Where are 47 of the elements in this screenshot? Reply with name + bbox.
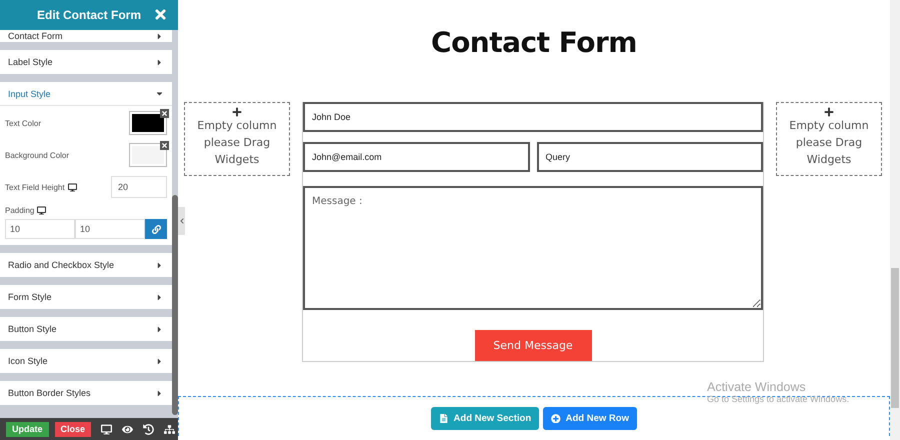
section-title[interactable]: Icon Style (8, 356, 48, 366)
email-field[interactable]: John@email.com (303, 142, 530, 172)
notice-text: Go to Settings to activate Windows. (707, 394, 850, 404)
panel-title: Edit Contact Form (37, 8, 141, 22)
section-title[interactable]: Input Style (8, 88, 51, 98)
clear-icon[interactable] (160, 109, 169, 118)
document-icon (439, 414, 449, 424)
history-icon[interactable] (143, 424, 154, 434)
close-icon[interactable] (153, 7, 168, 22)
sitemap-icon[interactable] (164, 424, 176, 434)
monitor-icon[interactable] (68, 182, 77, 192)
section-title[interactable]: Button Style (8, 324, 57, 334)
section-title[interactable]: Radio and Checkbox Style (8, 260, 114, 270)
padding-field[interactable]: 10 (5, 219, 75, 239)
padding-field[interactable]: 10 (75, 219, 145, 239)
plus-icon[interactable] (824, 107, 834, 117)
page-title: Contact Form (430, 26, 638, 59)
color-swatch[interactable] (129, 111, 167, 135)
collapse-handle[interactable] (178, 207, 185, 235)
color-swatch[interactable] (129, 143, 167, 167)
section-title[interactable]: Button Border Styles (8, 388, 91, 398)
toolbar-button[interactable]: Close (54, 422, 92, 436)
name-field[interactable]: John Doe (303, 102, 763, 132)
add-button[interactable]: Add New Row (543, 407, 637, 430)
field-label: Padding (5, 206, 167, 215)
empty-column-text: Empty column please Drag Widgets (788, 118, 870, 168)
field-label: Background Color (5, 150, 70, 160)
field-label: Text Field Height (5, 182, 77, 192)
subject-field[interactable]: Query (536, 142, 763, 172)
scrollbar-thumb[interactable] (172, 195, 178, 415)
empty-column-text: Empty column please Drag Widgets (196, 118, 278, 168)
link-button[interactable] (145, 219, 167, 239)
field-label: Text Color (5, 118, 42, 128)
number-field[interactable]: 20 (111, 176, 167, 198)
link-icon (152, 224, 160, 234)
monitor-icon[interactable] (101, 424, 112, 434)
section-title[interactable]: Label Style (8, 57, 53, 67)
message-field[interactable]: Message : (303, 186, 763, 310)
plus-icon[interactable] (232, 107, 242, 117)
clear-icon[interactable] (160, 141, 169, 150)
notice-title: Activate Windows (707, 380, 807, 394)
scrollbar-thumb[interactable] (891, 268, 899, 408)
section-title[interactable]: Contact Form (8, 31, 63, 41)
eye-icon[interactable] (122, 424, 134, 434)
send-button[interactable]: Send Message (474, 330, 592, 361)
section-title[interactable]: Form Style (8, 292, 52, 302)
monitor-icon[interactable] (37, 206, 46, 215)
